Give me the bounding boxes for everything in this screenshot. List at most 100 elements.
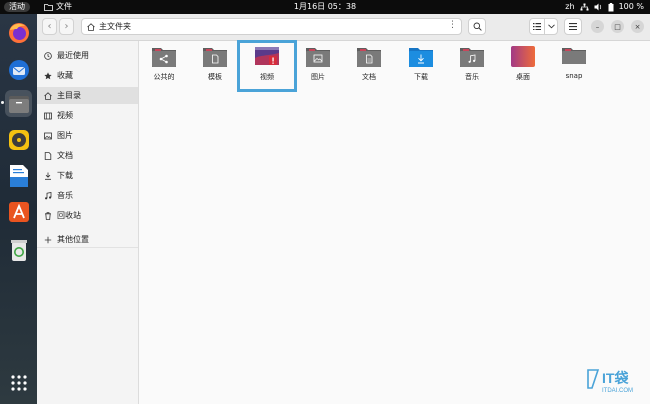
dock-app-center[interactable] xyxy=(5,198,32,225)
path-location-label: 主文件夹 xyxy=(99,22,131,31)
datetime-label[interactable]: 1月16日 05：38 xyxy=(294,2,356,11)
sidebar-item-label: 视频 xyxy=(57,111,73,120)
close-button[interactable]: × xyxy=(631,20,644,33)
close-icon: × xyxy=(634,22,641,31)
dock-writer[interactable] xyxy=(5,162,32,189)
folder-label: 视频 xyxy=(260,73,274,81)
folder-music[interactable]: 音乐 xyxy=(447,45,497,91)
folder-documents[interactable]: 文档 xyxy=(344,45,394,91)
folder-downloads[interactable]: 下载 xyxy=(396,45,446,91)
thunderbird-icon xyxy=(8,59,29,80)
minimize-button[interactable]: – xyxy=(591,20,604,33)
sidebar-item-downloads[interactable]: 下载 xyxy=(37,167,138,184)
clock: 1月16日 05：38 xyxy=(0,0,650,14)
sidebar-item-videos[interactable]: 视频 xyxy=(37,107,138,124)
view-options-button[interactable] xyxy=(544,18,558,35)
folder-label: 下载 xyxy=(414,73,428,81)
dock-trash[interactable] xyxy=(5,236,32,263)
sidebar-item-other-locations[interactable]: 其他位置 xyxy=(37,231,138,248)
sidebar-item-label: 图片 xyxy=(57,131,73,140)
search-button[interactable] xyxy=(468,18,486,35)
maximize-icon: □ xyxy=(614,22,621,31)
sidebar-item-music[interactable]: 音乐 xyxy=(37,187,138,204)
dock xyxy=(0,14,37,404)
volume-icon xyxy=(594,3,601,11)
sidebar-item-pictures[interactable]: 图片 xyxy=(37,127,138,144)
clock-icon xyxy=(44,51,52,60)
download-icon xyxy=(44,172,52,180)
app-center-icon xyxy=(8,201,29,222)
folder-public[interactable]: 公共的 xyxy=(139,45,189,91)
folder-label: 公共的 xyxy=(153,73,175,81)
folder-videos[interactable]: 视频 xyxy=(237,40,297,92)
image-icon xyxy=(44,132,52,140)
hamburger-icon xyxy=(569,23,577,30)
folder-label: 模板 xyxy=(208,73,222,81)
folder-icon xyxy=(562,48,586,64)
app-grid-icon xyxy=(10,374,27,391)
dock-firefox[interactable] xyxy=(5,19,32,46)
back-button[interactable]: ‹ xyxy=(42,18,57,35)
sidebar-item-label: 主目录 xyxy=(57,91,81,100)
sidebar-item-trash[interactable]: 回收站 xyxy=(37,207,138,224)
folder-pictures[interactable]: 图片 xyxy=(293,45,343,91)
star-icon xyxy=(44,71,52,80)
search-icon xyxy=(473,22,482,31)
sidebar-item-recent[interactable]: 最近使用 xyxy=(37,47,138,64)
document-icon xyxy=(44,151,52,160)
template-folder-icon xyxy=(203,48,227,67)
folder-snap[interactable]: snap xyxy=(549,45,599,91)
chevron-left-icon: ‹ xyxy=(47,21,52,32)
firefox-icon xyxy=(8,22,29,43)
folder-templates[interactable]: 模板 xyxy=(190,45,240,91)
forward-button[interactable]: › xyxy=(59,18,74,35)
downloads-folder-icon xyxy=(409,48,433,67)
pictures-folder-icon xyxy=(306,48,330,67)
folder-label: 音乐 xyxy=(465,73,479,81)
file-grid: 公共的 模板 视频 图片 文档 下载 音乐 桌面 snap xyxy=(139,40,650,404)
network-icon xyxy=(580,3,589,11)
top-bar: 活动 文件 1月16日 05：38 zh 100 % xyxy=(0,0,650,14)
music-icon xyxy=(44,191,52,200)
battery-label: 100 % xyxy=(618,2,644,11)
activities-button[interactable]: 活动 xyxy=(4,2,30,12)
show-apps-button[interactable] xyxy=(5,369,32,396)
header-bar: ‹ › 主文件夹 ⋮ – □ × xyxy=(37,14,650,41)
minimize-icon: – xyxy=(595,22,600,31)
sidebar-item-label: 收藏 xyxy=(57,71,73,80)
path-bar[interactable]: 主文件夹 ⋮ xyxy=(81,18,462,35)
dock-rhythmbox[interactable] xyxy=(5,126,32,153)
main-menu-button[interactable] xyxy=(564,18,582,35)
battery-icon xyxy=(608,2,614,11)
sidebar-item-home[interactable]: 主目录 xyxy=(37,87,138,104)
folder-label: snap xyxy=(565,72,583,80)
chevron-down-icon xyxy=(547,24,555,29)
system-tray[interactable]: zh 100 % xyxy=(565,0,644,14)
desktop-folder-icon xyxy=(511,46,535,67)
folder-desktop[interactable]: 桌面 xyxy=(498,45,548,91)
writer-icon xyxy=(9,164,28,187)
video-thumbnail-icon xyxy=(255,47,279,65)
folder-icon xyxy=(44,4,53,11)
sidebar-item-starred[interactable]: 收藏 xyxy=(37,67,138,84)
watermark-logo-icon: IT袋 ITDAI.COM xyxy=(587,369,633,394)
dock-files[interactable] xyxy=(5,90,32,117)
files-window: ‹ › 主文件夹 ⋮ – □ × 最近使用 收藏 主目录 视频 图片 文档 下载… xyxy=(37,14,650,404)
path-menu-icon[interactable]: ⋮ xyxy=(448,20,457,30)
documents-folder-icon xyxy=(357,48,381,67)
app-name-label: 文件 xyxy=(56,2,72,11)
sidebar: 最近使用 收藏 主目录 视频 图片 文档 下载 音乐 回收站 其他位置 xyxy=(37,41,139,404)
watermark-brand: IT袋 xyxy=(602,370,629,386)
folder-label: 图片 xyxy=(311,73,325,81)
sidebar-item-label: 最近使用 xyxy=(57,51,89,60)
folder-label: 桌面 xyxy=(516,73,530,81)
input-method-label[interactable]: zh xyxy=(565,0,574,14)
app-menu[interactable]: 文件 xyxy=(44,0,72,14)
rhythmbox-icon xyxy=(8,129,29,150)
view-list-button[interactable] xyxy=(529,18,545,35)
list-view-icon xyxy=(533,23,541,30)
sidebar-item-label: 文档 xyxy=(57,151,73,160)
sidebar-item-documents[interactable]: 文档 xyxy=(37,147,138,164)
maximize-button[interactable]: □ xyxy=(611,20,624,33)
dock-thunderbird[interactable] xyxy=(5,56,32,83)
